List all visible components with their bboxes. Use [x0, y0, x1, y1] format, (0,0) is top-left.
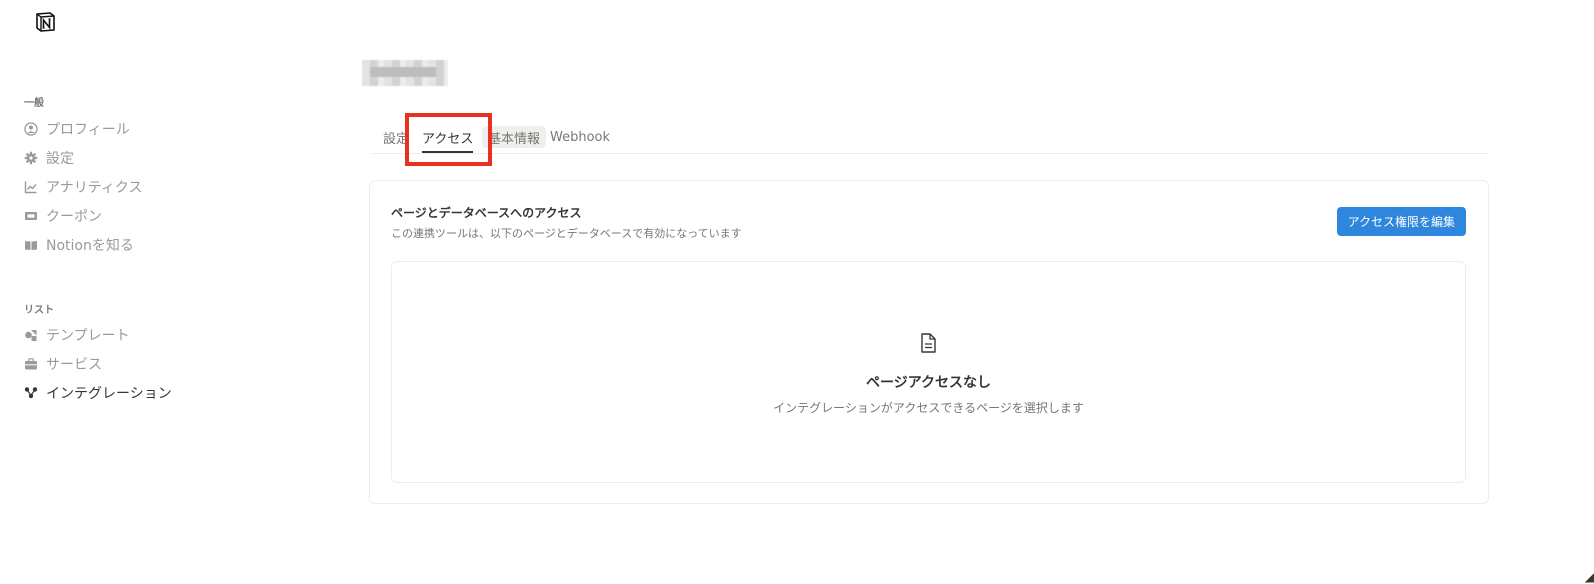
sidebar-item-coupons[interactable]: クーポン — [24, 206, 102, 226]
book-icon — [24, 238, 38, 252]
sidebar-item-learn-notion[interactable]: Notionを知る — [24, 235, 134, 255]
sidebar-item-templates[interactable]: テンプレート — [24, 325, 130, 345]
sidebar-item-label: アナリティクス — [46, 180, 143, 196]
access-card: ページとデータベースへのアクセス この連携ツールは、以下のページとデータベースで… — [369, 180, 1489, 504]
sidebar-item-integrations[interactable]: インテグレーション — [24, 383, 172, 403]
section-label-list: リスト — [24, 305, 54, 316]
briefcase-icon — [24, 357, 38, 371]
document-icon — [918, 332, 938, 354]
access-title: ページとデータベースへのアクセス — [391, 206, 582, 220]
chart-icon — [24, 180, 38, 194]
sidebar-item-label: クーポン — [46, 209, 102, 225]
sidebar-item-label: テンプレート — [46, 328, 130, 344]
empty-state-title: ページアクセスなし — [865, 375, 992, 391]
integration-icon — [24, 386, 38, 400]
empty-state-description: インテグレーションがアクセスできるページを選択します — [773, 401, 1084, 415]
sidebar-item-label: Notionを知る — [46, 238, 134, 254]
sidebar-item-label: サービス — [46, 357, 102, 373]
sidebar-item-profile[interactable]: プロフィール — [24, 119, 130, 139]
access-subtitle: この連携ツールは、以下のページとデータベースで有効になっています — [391, 227, 742, 240]
sidebar-item-label: インテグレーション — [46, 386, 172, 402]
corner-resize-icon: ◢ — [1584, 570, 1594, 584]
tab-basic-info[interactable]: 基本情報 — [482, 126, 547, 148]
user-circle-icon — [24, 122, 38, 136]
sidebar-item-settings[interactable]: 設定 — [24, 148, 74, 168]
sidebar-item-analytics[interactable]: アナリティクス — [24, 177, 142, 197]
empty-state: ページアクセスなし インテグレーションがアクセスできるページを選択します — [391, 261, 1466, 483]
notion-logo-icon[interactable] — [34, 11, 56, 33]
edit-access-button[interactable]: アクセス権限を編集 — [1336, 207, 1466, 236]
shapes-icon — [24, 328, 38, 342]
integration-settings-page: 一般 プロフィール 設定 アナリティクス クーポン Notionを知る リスト … — [0, 0, 1594, 584]
section-label-general: 一般 — [24, 98, 44, 109]
sidebar-item-services[interactable]: サービス — [24, 354, 102, 374]
tab-access[interactable]: アクセス — [422, 126, 474, 153]
tab-bar: 設定 アクセス 基本情報 Webhook — [372, 122, 1488, 154]
sidebar-item-label: プロフィール — [46, 122, 130, 138]
tab-settings[interactable]: 設定 — [383, 126, 409, 148]
sidebar-item-label: 設定 — [46, 151, 74, 167]
tab-webhook[interactable]: Webhook — [550, 126, 610, 148]
integration-name-redacted — [362, 60, 448, 86]
gear-icon — [24, 151, 38, 165]
ticket-icon — [24, 209, 38, 223]
